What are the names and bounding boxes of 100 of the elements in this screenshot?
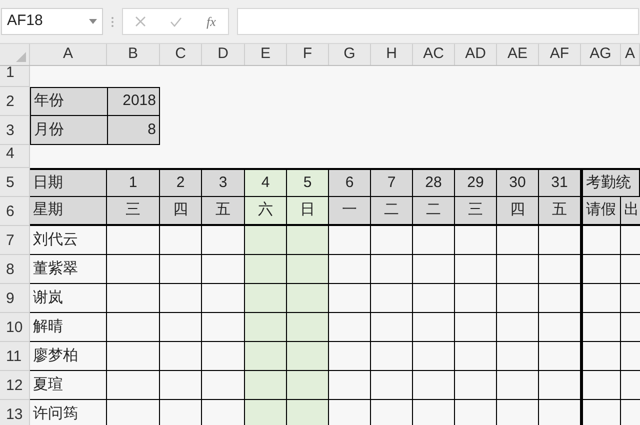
table-cell — [160, 226, 202, 255]
table-cell: 28 — [413, 168, 455, 197]
table-cell: 三 — [455, 197, 497, 226]
row-header[interactable]: 9 — [0, 284, 30, 313]
table-cell: 谢岚 — [30, 284, 107, 313]
column-header[interactable]: AF — [539, 44, 581, 65]
table-cell — [371, 313, 413, 342]
table-cell: 夏瑄 — [30, 371, 107, 400]
column-header[interactable]: A — [621, 44, 640, 65]
table-cell — [160, 342, 202, 371]
row-header[interactable]: 4 — [0, 145, 30, 168]
table-cell: 四 — [497, 197, 539, 226]
table-cell — [329, 255, 371, 284]
row-header[interactable]: 6 — [0, 197, 30, 226]
table-cell — [455, 313, 497, 342]
row-header[interactable]: 3 — [0, 116, 30, 145]
table-cell — [497, 371, 539, 400]
table-cell: 四 — [160, 197, 202, 226]
select-all-corner-icon[interactable] — [16, 52, 26, 62]
column-header[interactable]: B — [107, 44, 160, 65]
row-header[interactable]: 2 — [0, 87, 30, 116]
table-cell — [287, 371, 329, 400]
row-header[interactable]: 11 — [0, 342, 30, 371]
column-header[interactable]: AG — [581, 44, 621, 65]
column-header[interactable]: AE — [497, 44, 539, 65]
table-cell — [202, 342, 245, 371]
table-cell — [202, 371, 245, 400]
table-cell — [413, 371, 455, 400]
table-cell — [371, 226, 413, 255]
column-header[interactable]: AD — [455, 44, 497, 65]
table-cell — [287, 255, 329, 284]
table-cell — [107, 371, 160, 400]
table-cell — [245, 400, 287, 425]
table-cell: 月份 — [30, 116, 107, 145]
table-cell — [455, 255, 497, 284]
table-cell: 5 — [287, 168, 329, 197]
table-cell: 出 — [621, 197, 640, 226]
dropdown-caret-icon[interactable] — [89, 19, 97, 24]
row-header[interactable]: 12 — [0, 371, 30, 400]
table-cell: 31 — [539, 168, 581, 197]
table-cell — [287, 400, 329, 425]
table-cell — [107, 313, 160, 342]
row-header[interactable]: 5 — [0, 168, 30, 197]
column-header[interactable]: E — [245, 44, 287, 65]
table-cell — [329, 313, 371, 342]
column-header[interactable]: C — [160, 44, 202, 65]
table-cell — [539, 313, 581, 342]
formula-input[interactable] — [237, 8, 639, 35]
table-cell — [160, 255, 202, 284]
table-cell — [539, 342, 581, 371]
table-cell: 二 — [413, 197, 455, 226]
table-cell: 刘代云 — [30, 226, 107, 255]
table-cell — [329, 226, 371, 255]
table-cell: 六 — [245, 197, 287, 226]
table-cell — [160, 371, 202, 400]
row-header[interactable]: 13 — [0, 400, 30, 425]
table-cell — [202, 255, 245, 284]
table-cell — [455, 284, 497, 313]
table-cell: 日期 — [30, 168, 107, 197]
table-cell: 8 — [107, 116, 160, 145]
table-cell — [371, 284, 413, 313]
row-header[interactable]: 7 — [0, 226, 30, 255]
column-header[interactable]: F — [287, 44, 329, 65]
table-cell — [455, 371, 497, 400]
table-cell — [245, 371, 287, 400]
table-cell — [329, 342, 371, 371]
table-cell — [107, 226, 160, 255]
table-cell — [107, 284, 160, 313]
column-header[interactable]: D — [202, 44, 245, 65]
table-cell — [160, 284, 202, 313]
table-cell — [497, 313, 539, 342]
table-cell — [455, 226, 497, 255]
table-cell — [539, 284, 581, 313]
table-cell — [539, 226, 581, 255]
table-cell: 三 — [107, 197, 160, 226]
table-cell: 五 — [539, 197, 581, 226]
row-header[interactable]: 8 — [0, 255, 30, 284]
table-cell: 考勤统 — [581, 168, 640, 197]
table-cell — [107, 255, 160, 284]
table-cell — [539, 371, 581, 400]
row-header[interactable]: 10 — [0, 313, 30, 342]
table-cell — [202, 226, 245, 255]
table-cell — [287, 226, 329, 255]
cell-reference: AF18 — [7, 11, 43, 32]
column-header[interactable]: G — [329, 44, 371, 65]
cancel-icon[interactable] — [135, 16, 146, 27]
column-header[interactable]: AC — [413, 44, 455, 65]
table-cell — [202, 313, 245, 342]
checkmark-icon[interactable] — [170, 16, 182, 26]
column-header[interactable]: H — [371, 44, 413, 65]
insert-function-button[interactable]: fx — [206, 12, 216, 32]
table-cell: 廖梦柏 — [30, 342, 107, 371]
table-cell: 一 — [329, 197, 371, 226]
table-cell — [245, 255, 287, 284]
table-cell: 4 — [245, 168, 287, 197]
row-header[interactable]: 1 — [0, 66, 30, 87]
table-cell — [287, 313, 329, 342]
name-box[interactable]: AF18 — [1, 8, 103, 35]
column-header[interactable]: A — [30, 44, 107, 65]
table-cell — [107, 342, 160, 371]
